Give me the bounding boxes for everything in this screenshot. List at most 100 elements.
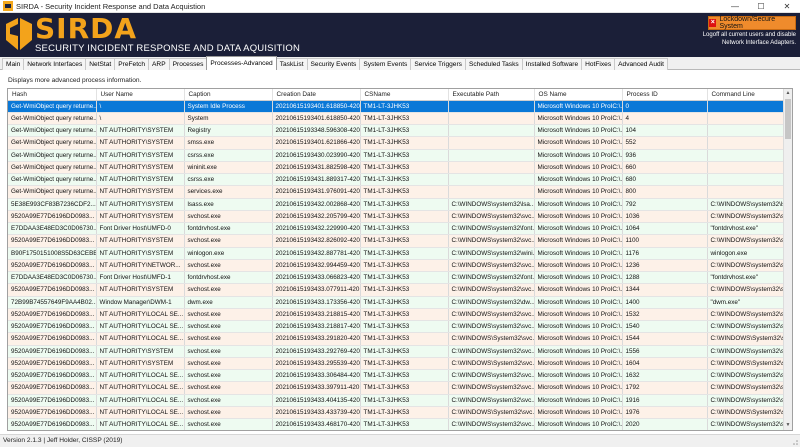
table-cell[interactable]: 1236	[622, 259, 708, 273]
tab-arp[interactable]: ARP	[148, 58, 170, 70]
table-cell[interactable]: Microsoft Windows 10 ProIC:\...	[534, 149, 623, 162]
table-row[interactable]: 9520A99E77D6196DD0983... NT AUTHORITY\LOC…	[8, 369, 786, 383]
table-cell[interactable]: E7DDAA3E48ED3C0D06730...	[8, 222, 97, 236]
table-cell[interactable]	[707, 100, 786, 113]
table-cell[interactable]: 20210615193433.433739-420	[272, 406, 361, 420]
table-cell[interactable]: C:\WINDOWS\system32\svc...	[448, 320, 535, 334]
table-cell[interactable]: E7DDAA3E48ED3C0D06730...	[8, 271, 97, 285]
table-cell[interactable]: Microsoft Windows 10 ProIC:\...	[534, 369, 623, 383]
table-cell[interactable]: C:\WINDOWS\system32\svc...	[707, 320, 786, 334]
table-cell[interactable]: 680	[622, 173, 708, 187]
table-cell[interactable]: 9520A99E77D6196DD0983...	[8, 345, 97, 358]
table-cell[interactable]: svchost.exe	[184, 406, 273, 420]
tab-security-events[interactable]: Security Events	[306, 58, 361, 70]
table-row[interactable]: 72B99B74557649F9AA4B02... Window Manager\…	[8, 296, 786, 309]
table-cell[interactable]: C:\WINDOWS\system32\svc...	[707, 418, 786, 430]
table-cell[interactable]: TM1-LT-3JHK53	[360, 418, 449, 430]
table-cell[interactable]: TM1-LT-3JHK53	[360, 345, 449, 358]
table-cell[interactable]: 936	[622, 149, 708, 162]
table-cell[interactable]: svchost.exe	[184, 320, 273, 334]
table-cell[interactable]: Microsoft Windows 10 ProIC:\...	[534, 234, 623, 248]
table-cell[interactable]: TM1-LT-3JHK53	[360, 296, 449, 309]
table-cell[interactable]: 1400	[622, 296, 708, 309]
table-cell[interactable]: svchost.exe	[184, 345, 273, 358]
table-cell[interactable]: Microsoft Windows 10 ProIC:\...	[534, 271, 623, 285]
table-cell[interactable]	[707, 161, 786, 175]
table-cell[interactable]: fontdrvhost.exe	[184, 271, 273, 285]
table-cell[interactable]: TM1-LT-3JHK53	[360, 112, 449, 126]
close-button[interactable]: ✕	[774, 0, 800, 13]
table-row[interactable]: 9520A99E77D6196DD0983... NT AUTHORITY\SYS…	[8, 210, 786, 224]
table-cell[interactable]	[707, 112, 786, 126]
table-row[interactable]: Get-WmiObject query returne... NT AUTHORI…	[8, 173, 786, 187]
table-cell[interactable]: Get-WmiObject query returne...	[8, 161, 97, 175]
table-cell[interactable]: 20210615193433.292769-420	[272, 345, 361, 358]
table-cell[interactable]	[448, 112, 535, 126]
tab-processes-advanced[interactable]: Processes-Advanced	[206, 56, 277, 70]
table-cell[interactable]	[707, 173, 786, 187]
table-cell[interactable]: 20210615193432.229990-420	[272, 222, 361, 236]
table-cell[interactable]: TM1-LT-3JHK53	[360, 332, 449, 346]
table-cell[interactable]: C:\WINDOWS\system32\svc...	[707, 308, 786, 322]
table-row[interactable]: Get-WmiObject query returne... NT AUTHORI…	[8, 161, 786, 175]
table-cell[interactable]: C:\WINDOWS\system32\font...	[448, 271, 535, 285]
vertical-scrollbar[interactable]: ▲ ▼	[783, 89, 792, 430]
table-cell[interactable]: 1036	[622, 210, 708, 224]
table-row[interactable]: 9520A99E77D6196DD0983... NT AUTHORITY\NET…	[8, 259, 786, 273]
table-cell[interactable]: NT AUTHORITY\SYSTEM	[96, 283, 185, 297]
table-cell[interactable]: 9520A99E77D6196DD0983...	[8, 381, 97, 395]
table-cell[interactable]: C:\WINDOWS\system32\lsa...	[448, 198, 535, 211]
table-cell[interactable]: 1792	[622, 381, 708, 395]
table-cell[interactable]: 5E38E993CF83B7236CDF2...	[8, 198, 97, 211]
table-cell[interactable]: Get-WmiObject query returne...	[8, 149, 97, 162]
table-cell[interactable]: 20210615193432.887781-420	[272, 247, 361, 260]
column-header-os-name[interactable]: OS Name	[534, 89, 623, 101]
table-cell[interactable]: svchost.exe	[184, 308, 273, 322]
table-cell[interactable]: C:\WINDOWS\system32\wini...	[448, 247, 535, 260]
tab-service-triggers[interactable]: Service Triggers	[410, 58, 466, 70]
table-cell[interactable]: 660	[622, 161, 708, 175]
table-cell[interactable]: Microsoft Windows 10 ProIC:\...	[534, 332, 623, 346]
table-cell[interactable]: NT AUTHORITY\LOCAL SE...	[96, 381, 185, 395]
table-cell[interactable]: TM1-LT-3JHK53	[360, 234, 449, 248]
table-cell[interactable]: 20210615193433.291820-420	[272, 332, 361, 346]
maximize-button[interactable]: ☐	[748, 0, 774, 13]
table-cell[interactable]: TM1-LT-3JHK53	[360, 222, 449, 236]
table-cell[interactable]: NT AUTHORITY\SYSTEM	[96, 161, 185, 175]
table-cell[interactable]: TM1-LT-3JHK53	[360, 173, 449, 187]
column-header-hash[interactable]: Hash	[8, 89, 97, 101]
table-cell[interactable]: 20210615193431.889317-420	[272, 173, 361, 187]
table-row[interactable]: 9520A99E77D6196DD0983... NT AUTHORITY\LOC…	[8, 406, 786, 420]
table-cell[interactable]: svchost.exe	[184, 394, 273, 407]
scroll-up-icon[interactable]: ▲	[784, 89, 792, 98]
table-cell[interactable]: C:\WINDOWS\system32\svc...	[448, 210, 535, 224]
table-cell[interactable]: C:\WINDOWS\system32\svc...	[448, 394, 535, 407]
table-cell[interactable]: 2020	[622, 418, 708, 430]
table-cell[interactable]: NT AUTHORITY\SYSTEM	[96, 136, 185, 150]
scroll-down-icon[interactable]: ▼	[784, 421, 792, 430]
table-row[interactable]: Get-WmiObject query returne... NT AUTHORI…	[8, 149, 786, 162]
table-cell[interactable]: svchost.exe	[184, 357, 273, 371]
table-cell[interactable]: 1540	[622, 320, 708, 334]
table-cell[interactable]: svchost.exe	[184, 418, 273, 430]
table-cell[interactable]: TM1-LT-3JHK53	[360, 210, 449, 224]
tab-prefetch[interactable]: PreFetch	[114, 58, 150, 70]
table-cell[interactable]: NT AUTHORITY\SYSTEM	[96, 149, 185, 162]
column-header-process-id[interactable]: Process ID	[622, 89, 708, 101]
column-header-user-name[interactable]: User Name	[96, 89, 185, 101]
table-cell[interactable]: 20210615193432.002868-420	[272, 198, 361, 211]
table-cell[interactable]	[707, 149, 786, 162]
table-cell[interactable]: 20210615193433.404135-420	[272, 394, 361, 407]
minimize-button[interactable]: —	[722, 0, 748, 13]
table-cell[interactable]: C:\WINDOWS\system32\svc...	[707, 234, 786, 248]
table-cell[interactable]: dwm.exe	[184, 296, 273, 309]
table-cell[interactable]: 9520A99E77D6196DD0983...	[8, 234, 97, 248]
table-cell[interactable]: 1976	[622, 406, 708, 420]
table-row[interactable]: 9520A99E77D6196DD0983... NT AUTHORITY\LOC…	[8, 394, 786, 407]
table-cell[interactable]: svchost.exe	[184, 369, 273, 383]
table-cell[interactable]: 1064	[622, 222, 708, 236]
table-cell[interactable]: Microsoft Windows 10 ProIC:\...	[534, 161, 623, 175]
table-cell[interactable]: NT AUTHORITY\SYSTEM	[96, 173, 185, 187]
table-row[interactable]: 9520A99E77D6196DD0983... NT AUTHORITY\LOC…	[8, 332, 786, 346]
table-cell[interactable]: 1100	[622, 234, 708, 248]
